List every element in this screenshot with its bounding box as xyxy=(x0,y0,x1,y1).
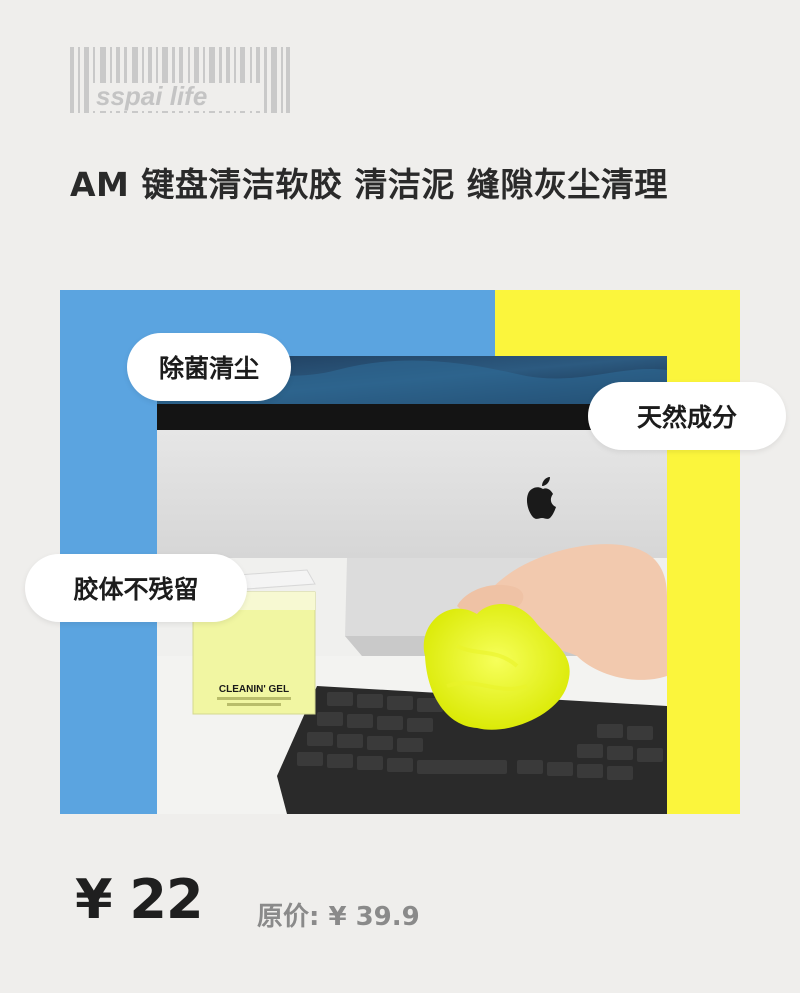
sspai-life-logo: sspai life xyxy=(70,47,290,113)
feature-badge-sterilize: 除菌清尘 xyxy=(127,333,291,401)
product-title: AM 键盘清洁软胶 清洁泥 缝隙灰尘清理 xyxy=(70,165,668,204)
original-price: 原价: ¥ 39.9 xyxy=(257,902,420,932)
logo-text: sspai life xyxy=(96,81,207,111)
feature-badge-natural: 天然成分 xyxy=(588,382,786,450)
feature-badge-no-residue: 胶体不残留 xyxy=(25,554,247,622)
current-price: ¥ 22 xyxy=(75,868,204,931)
package-label: CLEANIN' GEL xyxy=(219,684,289,695)
